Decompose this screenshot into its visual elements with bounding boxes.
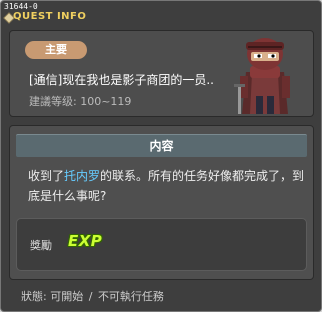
quest-info-window: 31644-0 QUEST INFO 主要 [通信]现在我也是影子商团的一员..… — [0, 0, 322, 312]
quest-type-badge: 主要 — [25, 41, 87, 59]
content-section-title: 内容 — [16, 134, 307, 157]
status-separator: / — [88, 290, 93, 303]
quest-id: 31644-0 — [4, 2, 38, 11]
quest-description: 收到了托内罗的联系。所有的任务好像都完成了，到底是什么事呢? — [28, 166, 308, 206]
status-start: 可開始 — [50, 290, 84, 303]
npc-portrait-icon — [234, 38, 290, 114]
quest-name: [通信]现在我也是影子商团的一员.. — [29, 73, 214, 87]
npc-name-link[interactable]: 托内罗 — [64, 169, 100, 183]
status-state: 不可執行任務 — [97, 290, 164, 303]
reward-label: 獎勵 — [30, 239, 52, 252]
required-level: 建議等级: 100~119 — [29, 95, 132, 108]
quest-status: 狀態: 可開始 / 不可執行任務 — [21, 288, 164, 304]
description-text-start: 收到了 — [28, 169, 65, 183]
quest-content-panel: 内容 收到了托内罗的联系。所有的任务好像都完成了，到底是什么事呢? 獎勵 EXP — [9, 125, 314, 280]
exp-reward-icon[interactable]: EXP — [68, 232, 102, 250]
reward-box: 獎勵 EXP — [16, 218, 307, 271]
status-label: 狀態: — [21, 290, 47, 303]
window-title: QUEST INFO — [13, 11, 87, 22]
quest-header-panel: 主要 [通信]现在我也是影子商团的一员.. 建議等级: 100~119 — [9, 30, 314, 117]
